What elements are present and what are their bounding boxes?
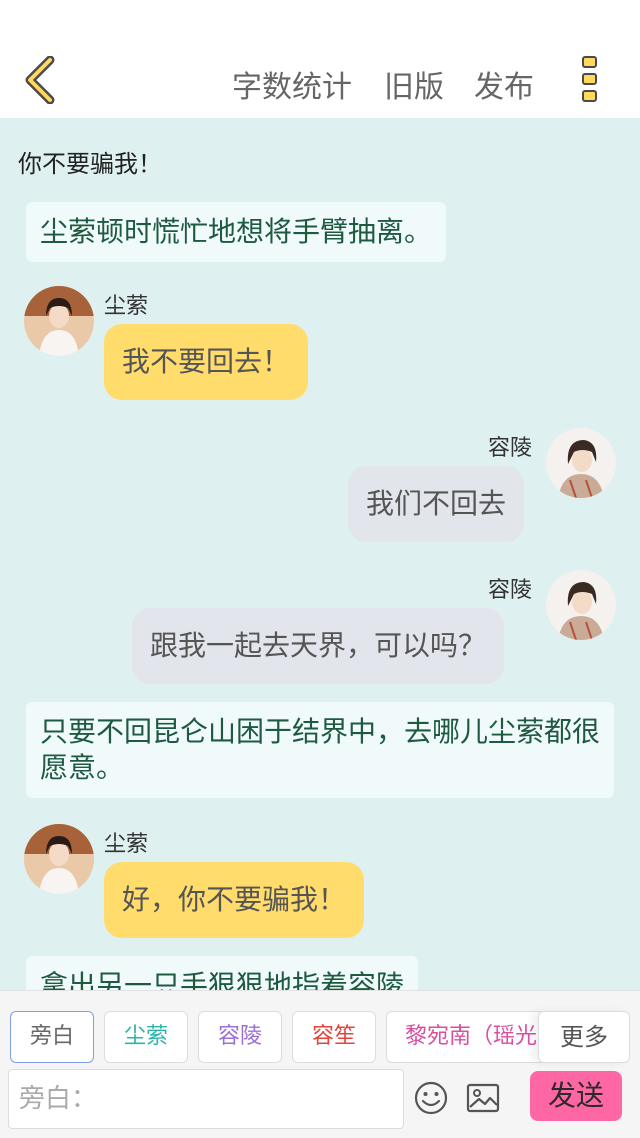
role-label: 容笙 <box>311 1024 356 1049</box>
emoji-button[interactable] <box>414 1081 448 1115</box>
speaker-name: 容陵 <box>488 436 533 461</box>
role-label: 尘萦 <box>123 1024 168 1049</box>
back-chevron-icon <box>25 55 55 105</box>
role-label: 旁白 <box>29 1024 74 1049</box>
role-chip-rongsheng[interactable]: 容笙 <box>292 1011 376 1063</box>
old-version-button[interactable]: 旧版 <box>384 62 444 106</box>
avatar-rongling[interactable] <box>546 570 616 640</box>
image-button[interactable] <box>466 1081 500 1115</box>
narration-text: 你不要骗我！ <box>18 150 162 178</box>
role-chip-narration[interactable]: 旁白 <box>10 1011 94 1063</box>
chat-bubble[interactable]: 我不要回去！ <box>104 324 309 400</box>
send-button[interactable]: 发送 <box>530 1071 622 1121</box>
role-chip-rongling[interactable]: 容陵 <box>198 1011 282 1063</box>
speaker-name: 尘萦 <box>104 832 149 857</box>
composer: 旁白 尘萦 容陵 容笙 黎宛南（瑶光 更多 发送 <box>0 990 640 1138</box>
message-input[interactable] <box>9 1070 403 1128</box>
speaker-name: 尘萦 <box>104 294 149 319</box>
chat-bubble[interactable]: 跟我一起去天界，可以吗？ <box>132 608 505 684</box>
more-menu-button[interactable] <box>578 56 600 106</box>
role-chip-liwannan[interactable]: 黎宛南（瑶光 <box>386 1011 546 1063</box>
narration-bubble[interactable]: 只要不回昆仑山困于结界中，去哪儿尘萦都很愿意。 <box>26 702 614 798</box>
chat-area[interactable]: 你不要骗我！ 尘萦顿时慌忙地想将手臂抽离。 尘萦 我不要回去！ 容陵 我们不回去 <box>0 118 640 990</box>
narration-bubble[interactable]: 拿出另一只手狠狠地指着容陵 <box>26 956 419 990</box>
back-button[interactable] <box>22 55 62 105</box>
avatar-chenying[interactable] <box>24 286 94 356</box>
avatar-chenying[interactable] <box>24 824 94 894</box>
more-roles-button[interactable]: 更多 <box>538 1011 630 1063</box>
word-count-button[interactable]: 字数统计 <box>232 62 352 106</box>
chat-bubble[interactable]: 我们不回去 <box>348 466 525 542</box>
emoji-icon <box>414 1081 448 1115</box>
role-label: 黎宛南（瑶光 <box>405 1024 538 1049</box>
message-input-box[interactable] <box>8 1069 404 1129</box>
avatar-rongling[interactable] <box>546 428 616 498</box>
image-icon <box>466 1083 500 1113</box>
publish-button[interactable]: 发布 <box>474 62 534 106</box>
speaker-name: 容陵 <box>488 578 533 603</box>
top-bar: 字数统计 旧版 发布 <box>0 0 640 118</box>
more-menu-icon <box>578 56 600 102</box>
chat-bubble[interactable]: 好，你不要骗我！ <box>104 862 365 938</box>
role-label: 容陵 <box>217 1024 262 1049</box>
narration-bubble[interactable]: 尘萦顿时慌忙地想将手臂抽离。 <box>26 202 447 262</box>
role-chip-chenying[interactable]: 尘萦 <box>104 1011 188 1063</box>
